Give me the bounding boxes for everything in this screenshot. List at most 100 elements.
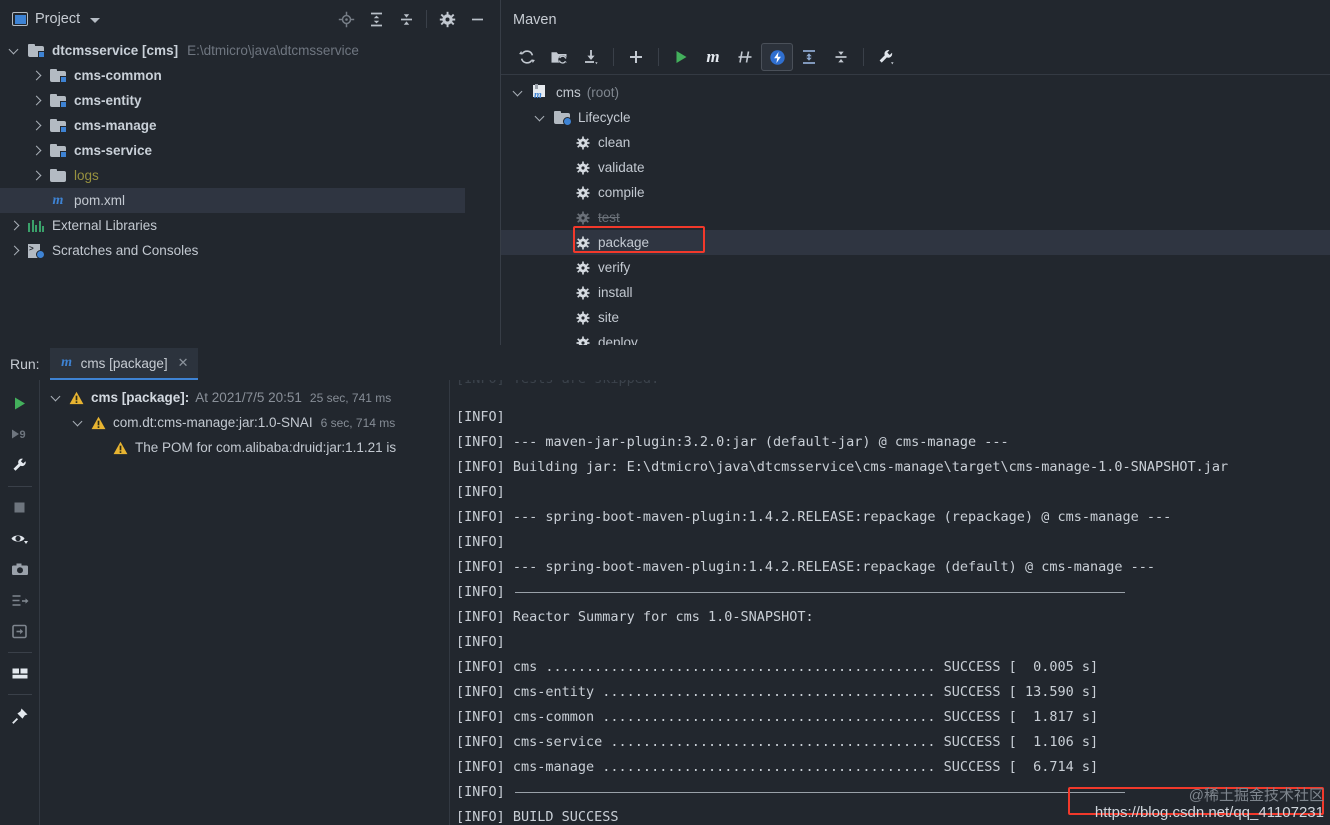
rerun-failed-icon[interactable]: 9 bbox=[3, 419, 37, 450]
maven-goal-label: clean bbox=[598, 135, 631, 150]
goal-gear-icon bbox=[576, 260, 590, 275]
close-icon[interactable]: ✕ bbox=[178, 355, 189, 371]
tree-right-arrow-icon[interactable] bbox=[10, 246, 20, 256]
collapse-all-icon[interactable] bbox=[825, 43, 857, 71]
folder-icon bbox=[50, 169, 66, 182]
run-tool-window: Run: m cms [package] ✕ 9 cms [package]: … bbox=[0, 345, 1330, 825]
export-icon[interactable] bbox=[3, 616, 37, 647]
project-tree-row[interactable]: Scratches and Consoles bbox=[0, 238, 465, 263]
project-tree-row[interactable]: dtcmsservice [cms] E:\dtmicro\java\dtcmss… bbox=[0, 38, 465, 63]
project-tree-row[interactable]: External Libraries bbox=[0, 213, 465, 238]
rerun-icon[interactable] bbox=[3, 388, 37, 419]
add-maven-project-icon[interactable] bbox=[543, 43, 575, 71]
warning-icon bbox=[69, 391, 84, 404]
project-tree-row[interactable]: cms-manage bbox=[0, 113, 465, 138]
toggle-tasks-eye-icon[interactable] bbox=[3, 523, 37, 554]
toolbar-divider bbox=[7, 486, 32, 487]
build-console-output[interactable]: [INFO] Tests are skipped. [INFO] [INFO] --… bbox=[450, 380, 1330, 825]
tree-right-arrow-icon[interactable] bbox=[32, 171, 42, 181]
toggle-skip-tests-icon[interactable] bbox=[729, 43, 761, 71]
console-rule bbox=[514, 591, 1125, 593]
run-result-tree[interactable]: cms [package]: At 2021/7/5 20:51 25 sec, 7… bbox=[40, 380, 450, 825]
expand-all-icon[interactable] bbox=[361, 4, 391, 34]
expand-failed-icon[interactable] bbox=[3, 585, 37, 616]
expand-all-icon[interactable] bbox=[793, 43, 825, 71]
run-duration: 25 sec, 741 ms bbox=[309, 390, 392, 405]
layout-icon[interactable] bbox=[3, 658, 37, 689]
tree-down-arrow-icon[interactable] bbox=[536, 113, 546, 123]
maven-tree-row[interactable]: clean bbox=[501, 130, 1330, 155]
run-panel-label: Run: bbox=[10, 356, 40, 372]
pin-tab-icon[interactable] bbox=[3, 700, 37, 731]
maven-settings-wrench-icon[interactable] bbox=[870, 43, 902, 71]
run-maven-build-icon[interactable] bbox=[665, 43, 697, 71]
toggle-offline-mode-icon[interactable] bbox=[761, 43, 793, 71]
run-tree-row[interactable]: cms [package]: At 2021/7/5 20:51 25 sec, 7… bbox=[40, 385, 449, 410]
project-tree-row[interactable]: cms-common bbox=[0, 63, 465, 88]
tree-right-arrow-icon[interactable] bbox=[32, 146, 42, 156]
reload-all-projects-icon[interactable] bbox=[511, 43, 543, 71]
maven-file-icon: m bbox=[52, 192, 64, 208]
maven-goal-label: install bbox=[598, 285, 633, 300]
maven-goal-label: package bbox=[598, 235, 650, 250]
project-tree-row[interactable]: m pom.xml bbox=[0, 188, 465, 213]
tree-down-arrow-icon[interactable] bbox=[514, 88, 524, 98]
tree-down-arrow-icon[interactable] bbox=[10, 46, 20, 56]
chevron-down-icon[interactable] bbox=[90, 17, 101, 23]
project-view-icon bbox=[12, 12, 28, 26]
tree-right-arrow-icon[interactable] bbox=[10, 221, 20, 231]
download-sources-icon[interactable] bbox=[575, 43, 607, 71]
project-tree[interactable]: dtcmsservice [cms] E:\dtmicro\java\dtcmss… bbox=[0, 38, 465, 263]
console-line: [INFO] cms-service .....................… bbox=[456, 734, 1099, 750]
toolbar-divider bbox=[613, 48, 614, 66]
add-icon[interactable] bbox=[620, 43, 652, 71]
maven-project-icon: m bbox=[532, 84, 548, 101]
console-line: [INFO] --- spring-boot-maven-plugin:1.4.… bbox=[456, 509, 1172, 525]
project-tree-row-label: cms-service bbox=[74, 143, 153, 158]
console-line: [INFO] BUILD SUCCESS bbox=[456, 809, 619, 825]
run-tree-row-label: The POM for com.alibaba:druid:jar:1.1.21… bbox=[135, 440, 397, 455]
run-tab-cms-package[interactable]: m cms [package] ✕ bbox=[49, 348, 198, 380]
settings-gear-icon[interactable] bbox=[432, 4, 462, 34]
maven-tree-row[interactable]: m cms (root) bbox=[501, 80, 1330, 105]
maven-tree[interactable]: m cms (root) Lifecycle clean validate compile t… bbox=[501, 75, 1330, 355]
collapse-all-icon[interactable] bbox=[391, 4, 421, 34]
maven-tree-row[interactable]: install bbox=[501, 280, 1330, 305]
tree-right-arrow-icon[interactable] bbox=[32, 121, 42, 131]
tree-right-arrow-icon[interactable] bbox=[32, 96, 42, 106]
run-duration: 6 sec, 714 ms bbox=[320, 415, 396, 430]
console-line: [INFO] bbox=[456, 484, 505, 500]
console-line: [INFO] Building jar: E:\dtmicro\java\dtc… bbox=[456, 459, 1229, 475]
project-tree-row-label: External Libraries bbox=[52, 218, 158, 233]
locate-icon[interactable] bbox=[331, 4, 361, 34]
hide-panel-icon[interactable] bbox=[462, 4, 492, 34]
project-title-dropdown[interactable]: Project bbox=[0, 11, 101, 27]
edit-configurations-wrench-icon[interactable] bbox=[3, 450, 37, 481]
tree-right-arrow-icon[interactable] bbox=[32, 71, 42, 81]
run-tree-row[interactable]: com.dt:cms-manage:jar:1.0-SNAI 6 sec, 714… bbox=[40, 410, 449, 435]
project-tree-row[interactable]: logs bbox=[0, 163, 465, 188]
maven-tree-row[interactable]: compile bbox=[501, 180, 1330, 205]
maven-tree-row[interactable]: site bbox=[501, 305, 1330, 330]
project-tree-row[interactable]: cms-service bbox=[0, 138, 465, 163]
screenshot-camera-icon[interactable] bbox=[3, 554, 37, 585]
maven-tree-row[interactable]: test bbox=[501, 205, 1330, 230]
console-line: [INFO] cms-manage ......................… bbox=[456, 759, 1099, 775]
tree-down-arrow-icon[interactable] bbox=[52, 393, 62, 403]
maven-tree-row[interactable]: validate bbox=[501, 155, 1330, 180]
project-tree-row-label: dtcmsservice [cms] bbox=[52, 43, 179, 58]
run-tree-row[interactable]: The POM for com.alibaba:druid:jar:1.1.21… bbox=[40, 435, 449, 460]
stop-icon[interactable] bbox=[3, 492, 37, 523]
maven-tree-row[interactable]: verify bbox=[501, 255, 1330, 280]
execute-maven-goal-icon[interactable]: m bbox=[697, 43, 729, 71]
tree-down-arrow-icon[interactable] bbox=[74, 418, 84, 428]
maven-goal-label: Lifecycle bbox=[578, 110, 631, 125]
maven-tree-row[interactable]: package bbox=[501, 230, 1330, 255]
project-tree-row[interactable]: cms-entity bbox=[0, 88, 465, 113]
module-folder-icon bbox=[50, 119, 67, 133]
console-line: [INFO] cms-entity ......................… bbox=[456, 684, 1099, 700]
maven-tree-row[interactable]: Lifecycle bbox=[501, 105, 1330, 130]
